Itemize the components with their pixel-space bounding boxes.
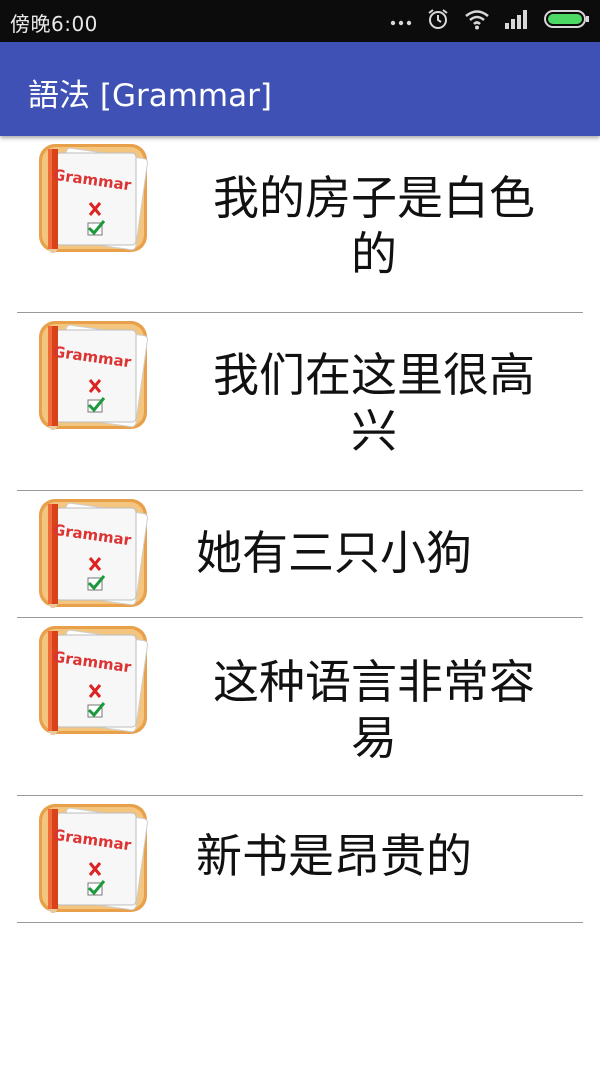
grammar-icon: Grammar: [38, 498, 148, 610]
list-item-text: 这种语言非常容易: [213, 655, 535, 765]
grammar-list: Grammar 我的房子是白色的 Grammar 我们在这里很高兴 Gramma…: [0, 136, 600, 923]
divider: [17, 922, 583, 923]
list-item[interactable]: Grammar 新书是昂贵的: [0, 796, 600, 923]
grammar-icon: Grammar: [38, 803, 148, 915]
status-icons: [390, 8, 590, 34]
wifi-icon: [464, 8, 490, 34]
list-item-text: 我的房子是白色的: [213, 171, 535, 281]
app-bar: 語法 [Grammar]: [0, 42, 600, 136]
app-title: 語法 [Grammar]: [28, 78, 272, 114]
status-time: 傍晚6:00: [10, 12, 98, 36]
status-bar: 傍晚6:00: [0, 0, 600, 42]
grammar-icon: Grammar: [38, 625, 148, 737]
grammar-icon: Grammar: [38, 320, 148, 432]
signal-icon: [504, 9, 530, 33]
list-item[interactable]: Grammar 这种语言非常容易: [0, 618, 600, 796]
list-item[interactable]: Grammar 我的房子是白色的: [0, 136, 600, 313]
list-item-text: 她有三只小狗: [196, 526, 472, 580]
alarm-icon: [426, 7, 450, 35]
grammar-icon: Grammar: [38, 143, 148, 255]
battery-icon: [544, 9, 590, 33]
ellipsis-icon: [390, 12, 412, 31]
list-item[interactable]: Grammar 我们在这里很高兴: [0, 313, 600, 491]
list-item-text: 我们在这里很高兴: [213, 348, 535, 458]
list-item-text: 新书是昂贵的: [196, 829, 472, 883]
list-item[interactable]: Grammar 她有三只小狗: [0, 491, 600, 618]
